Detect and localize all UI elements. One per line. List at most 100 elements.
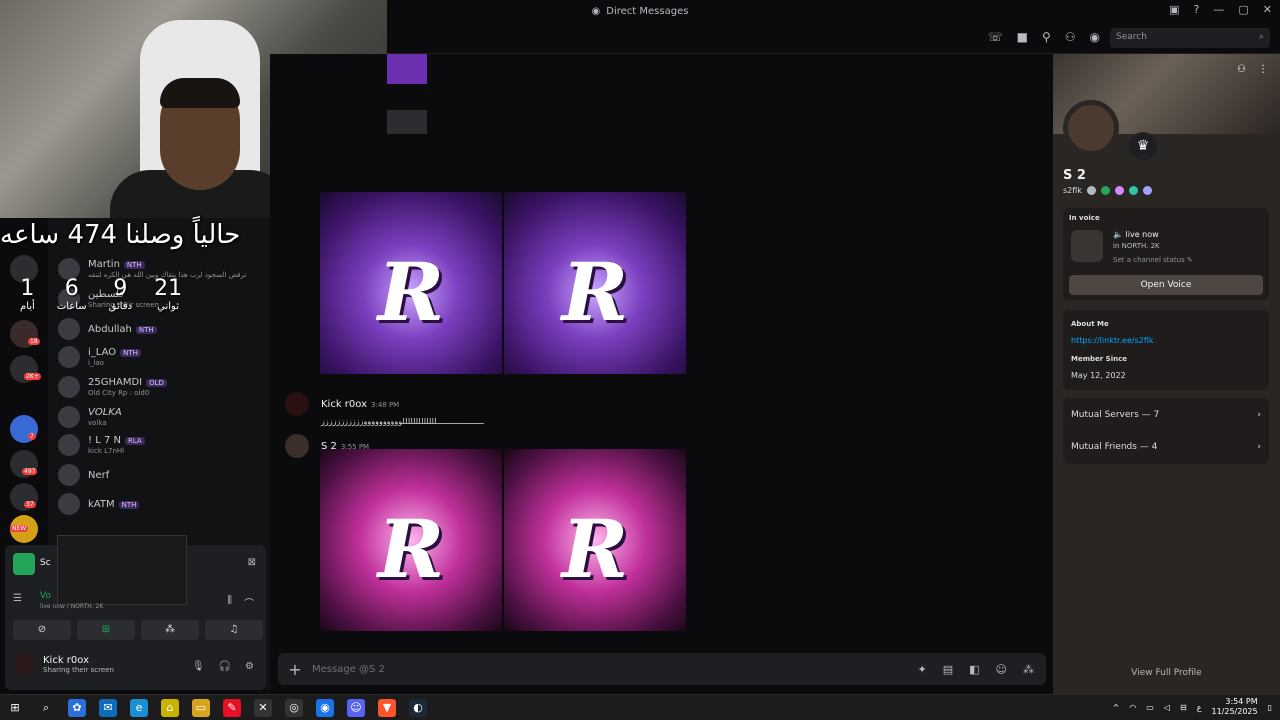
badge-count: 18	[28, 338, 40, 345]
mutual-servers-row[interactable]: Mutual Servers — 7 ›	[1063, 400, 1269, 430]
brave-icon[interactable]: ▼	[378, 699, 396, 717]
capcut-icon[interactable]: ✎	[223, 699, 241, 717]
mutual-friends-row[interactable]: Mutual Friends — 4 ›	[1063, 432, 1269, 462]
help-icon[interactable]: ?	[1194, 3, 1200, 16]
about-me-link[interactable]: https://linktr.ee/s2flk	[1071, 336, 1154, 345]
image-attachment[interactable]	[387, 110, 427, 134]
image-attachment[interactable]	[387, 54, 427, 84]
dm-item[interactable]: ! L 7 N RLA kick L7nHl	[58, 431, 263, 459]
badge-count: 37	[24, 501, 36, 508]
logo-image: R	[377, 502, 445, 597]
disconnect-icon[interactable]: ⌒	[244, 595, 254, 610]
activities-button[interactable]: ⁂	[141, 620, 199, 640]
gif-icon[interactable]: ▤	[943, 663, 953, 676]
camera-off-button[interactable]: ⊘	[13, 620, 71, 640]
network-icon[interactable]: ⊟	[1180, 703, 1187, 712]
server-icon[interactable]: 7	[10, 415, 38, 443]
screen: ◉ Direct Messages ▣ ? — ▢ ✕ ☏ ■ ⚲ ⚇ ◉ Se…	[0, 0, 1280, 720]
logo-image: R	[377, 245, 445, 340]
xbox-icon[interactable]: ✕	[254, 699, 272, 717]
copilot-icon[interactable]: ✿	[68, 699, 86, 717]
video-icon[interactable]: ■	[1017, 30, 1028, 44]
windows-start-icon[interactable]: ⊞	[6, 699, 24, 717]
store-icon[interactable]: ⌂	[161, 699, 179, 717]
popout-icon[interactable]: ⊠	[248, 557, 256, 568]
edge-icon[interactable]: e	[130, 699, 148, 717]
open-voice-button[interactable]: Open Voice	[1069, 275, 1263, 295]
image-attachment[interactable]: R	[504, 449, 686, 631]
badge-icon[interactable]	[1100, 186, 1110, 195]
dm-name: Nerf	[88, 469, 110, 481]
notifications-icon[interactable]: ▯	[1268, 703, 1272, 712]
self-user[interactable]: Kick r0ox Sharing their screen	[13, 653, 114, 675]
avatar	[13, 653, 35, 675]
more-icon[interactable]: ⋮	[1258, 64, 1268, 75]
profile-avatar[interactable]	[1063, 100, 1119, 156]
dm-status: volka	[88, 419, 107, 427]
screen-share-button[interactable]: ⊞	[77, 620, 135, 640]
stream-preview[interactable]	[57, 535, 187, 605]
outlook-icon[interactable]: ✉	[99, 699, 117, 717]
gift-icon[interactable]: ✦	[918, 663, 927, 676]
search-icon[interactable]: ⌕	[37, 699, 55, 717]
image-attachment[interactable]: R	[504, 192, 686, 374]
dm-item[interactable]: Abdullah NTH	[58, 315, 263, 343]
battery-icon[interactable]: ▭	[1146, 703, 1154, 712]
add-friend-icon[interactable]: ⚇	[1237, 64, 1246, 75]
badge-icon[interactable]	[1142, 186, 1152, 195]
badge-icon[interactable]	[1086, 186, 1096, 195]
apps-icon[interactable]: ⁂	[1023, 663, 1034, 676]
message-composer[interactable]: + Message @S 2 ✦ ▤ ◧ ☺ ⁂	[278, 653, 1046, 685]
app-icon[interactable]	[13, 553, 35, 575]
close-icon[interactable]: ✕	[1263, 3, 1272, 16]
chrome-icon[interactable]: ◉	[316, 699, 334, 717]
dm-item[interactable]: kATM NTH	[58, 490, 263, 518]
add-attachment-icon[interactable]: +	[278, 660, 312, 679]
minimize-icon[interactable]: —	[1213, 3, 1224, 16]
emoji-icon[interactable]: ☺	[996, 663, 1007, 676]
discord-taskbar-icon[interactable]: ☺	[347, 699, 365, 717]
chevron-up-icon[interactable]: ^	[1113, 703, 1120, 712]
badge-icon[interactable]	[1114, 186, 1124, 195]
dm-item[interactable]: Nerf	[58, 461, 263, 489]
profile-toggle-icon[interactable]: ◉	[1090, 30, 1100, 44]
pin-icon[interactable]: ⚲	[1042, 30, 1051, 44]
avatar[interactable]	[285, 434, 309, 458]
microphone-icon[interactable]: 🎙	[192, 661, 205, 672]
volume-icon[interactable]: ◁	[1164, 703, 1170, 712]
add-member-icon[interactable]: ⚇	[1065, 30, 1076, 44]
countdown: 1 أيام 6 ساعات 9 دقائق 21 ثواني	[20, 276, 182, 312]
view-full-profile-link[interactable]: View Full Profile	[1053, 668, 1280, 678]
image-attachment[interactable]: R	[320, 192, 502, 374]
message-author[interactable]: Kick r0ox	[321, 399, 367, 410]
file-explorer-icon[interactable]: ▭	[192, 699, 210, 717]
call-icon[interactable]: ☏	[988, 30, 1003, 44]
inbox-icon[interactable]: ▣	[1169, 3, 1179, 16]
search-input[interactable]: Search ⌕	[1110, 28, 1270, 48]
soundboard-button[interactable]: ♫	[205, 620, 263, 640]
steam-icon[interactable]: ◐	[409, 699, 427, 717]
dm-item[interactable]: VOLKA volka	[58, 403, 263, 431]
sticker-icon[interactable]: ◧	[969, 663, 979, 676]
image-attachment[interactable]: R	[320, 449, 502, 631]
server-icon[interactable]: 497	[10, 450, 38, 478]
settings-icon[interactable]: ⚙	[245, 661, 254, 672]
server-icon[interactable]: 2K+	[10, 355, 41, 383]
message-input-placeholder: Message @S 2	[312, 663, 385, 675]
badge-icon[interactable]	[1128, 186, 1138, 195]
server-icon[interactable]: NEW	[10, 515, 38, 543]
channel-status[interactable]: Set a channel status ✎	[1113, 256, 1193, 264]
dm-item[interactable]: i_LAO NTH i_lao	[58, 343, 263, 371]
avatar[interactable]	[285, 392, 309, 416]
soundboard-icon[interactable]: ⫼	[227, 595, 232, 606]
clock[interactable]: 3:54 PM 11/25/2025	[1211, 697, 1257, 717]
language-indicator[interactable]: ع	[1197, 703, 1202, 712]
obs-icon[interactable]: ◎	[285, 699, 303, 717]
server-icon[interactable]: 18	[10, 320, 40, 348]
logo-image: R	[561, 502, 629, 597]
headphones-icon[interactable]: 🎧	[219, 661, 231, 672]
wifi-icon[interactable]: ◠	[1129, 703, 1136, 712]
maximize-icon[interactable]: ▢	[1238, 3, 1248, 16]
dm-item[interactable]: 25GHAMDI OLD Old City Rp : old0	[58, 373, 263, 401]
server-icon[interactable]: 37	[10, 483, 38, 511]
